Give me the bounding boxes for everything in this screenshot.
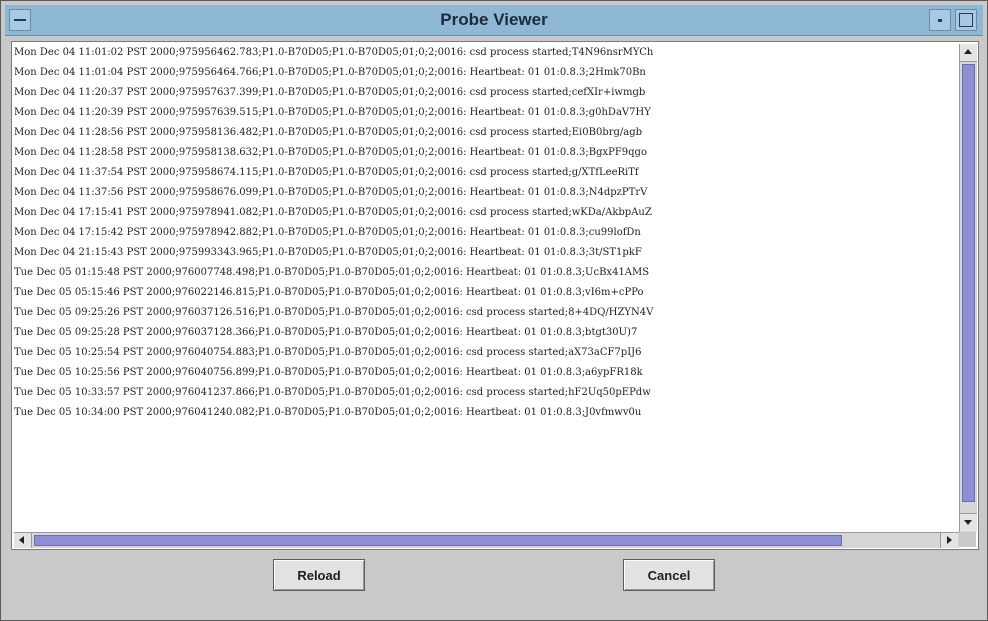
log-line: Mon Dec 04 17:15:41 PST 2000;975978941.0… [14, 207, 652, 218]
maximize-button[interactable] [955, 9, 977, 31]
log-line: Tue Dec 05 10:25:56 PST 2000;976040756.8… [14, 367, 643, 378]
log-line: Mon Dec 04 11:37:56 PST 2000;975958676.0… [14, 187, 648, 198]
log-line: Tue Dec 05 05:15:46 PST 2000;976022146.8… [14, 287, 644, 298]
log-line: Tue Dec 05 01:15:48 PST 2000;976007748.4… [14, 267, 650, 278]
log-line: Mon Dec 04 11:37:54 PST 2000;975958674.1… [14, 167, 639, 178]
window-title: Probe Viewer [440, 10, 548, 29]
vertical-scroll-thumb[interactable] [962, 64, 975, 502]
arrow-left-icon [19, 536, 24, 544]
log-text-area[interactable]: Mon Dec 04 11:01:02 PST 2000;975956462.7… [14, 44, 957, 532]
log-line: Mon Dec 04 11:01:02 PST 2000;975956462.7… [14, 47, 654, 58]
log-line: Mon Dec 04 11:01:04 PST 2000;975956464.7… [14, 67, 646, 78]
horizontal-scroll-thumb[interactable] [34, 535, 842, 546]
probe-viewer-window: Probe Viewer Mon Dec 04 11:01:02 PST 200… [0, 0, 988, 621]
arrow-up-icon [964, 49, 972, 54]
minimize-button[interactable] [929, 9, 951, 31]
log-line: Tue Dec 05 10:25:54 PST 2000;976040754.8… [14, 347, 642, 358]
button-bar: Reload Cancel [11, 551, 977, 603]
minimize-icon [938, 19, 942, 22]
scroll-down-button[interactable] [960, 513, 977, 531]
reload-button[interactable]: Reload [273, 559, 365, 591]
title-bar[interactable]: Probe Viewer [5, 5, 983, 36]
log-line: Tue Dec 05 09:25:26 PST 2000;976037126.5… [14, 307, 654, 318]
scroll-right-button[interactable] [940, 533, 958, 548]
cancel-button[interactable]: Cancel [623, 559, 715, 591]
log-panel: Mon Dec 04 11:01:02 PST 2000;975956462.7… [11, 41, 979, 550]
log-line: Mon Dec 04 11:28:56 PST 2000;975958136.4… [14, 127, 643, 138]
log-line: Mon Dec 04 11:20:37 PST 2000;975957637.3… [14, 87, 646, 98]
log-line: Mon Dec 04 11:20:39 PST 2000;975957639.5… [14, 107, 651, 118]
scroll-left-button[interactable] [14, 533, 32, 548]
log-line: Tue Dec 05 10:33:57 PST 2000;976041237.8… [14, 387, 651, 398]
horizontal-scrollbar[interactable] [14, 532, 959, 548]
log-line: Mon Dec 04 21:15:43 PST 2000;975993343.9… [14, 247, 642, 258]
log-line: Tue Dec 05 10:34:00 PST 2000;976041240.0… [14, 407, 642, 418]
vertical-scrollbar[interactable] [959, 44, 977, 532]
log-line: Tue Dec 05 09:25:28 PST 2000;976037128.3… [14, 327, 638, 338]
maximize-icon [959, 13, 973, 27]
arrow-right-icon [947, 536, 952, 544]
log-line: Mon Dec 04 11:28:58 PST 2000;975958138.6… [14, 147, 647, 158]
scroll-up-button[interactable] [960, 44, 977, 62]
scroll-corner [959, 532, 976, 547]
log-line: Mon Dec 04 17:15:42 PST 2000;975978942.8… [14, 227, 641, 238]
arrow-down-icon [964, 520, 972, 525]
